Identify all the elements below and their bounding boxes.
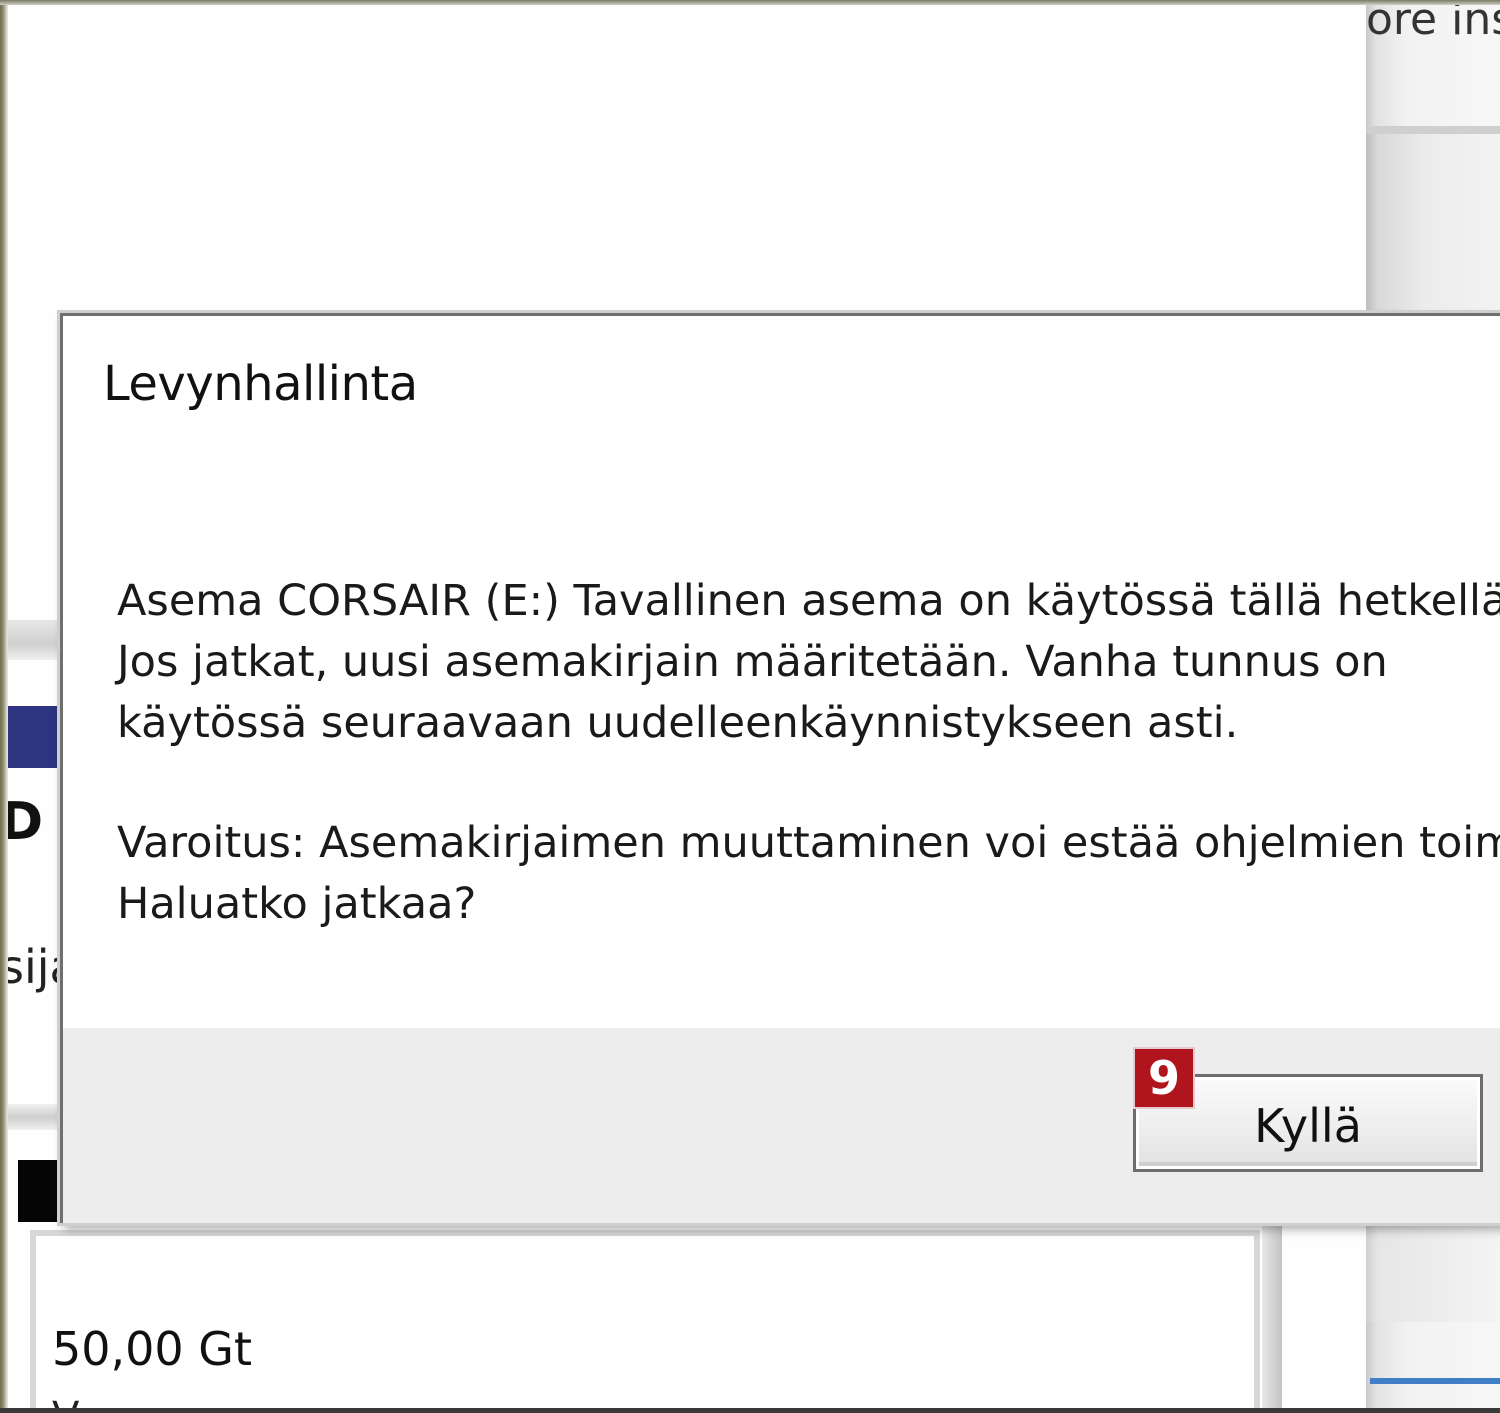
dialog-title: Levynhallinta bbox=[103, 356, 418, 412]
window-frame-left bbox=[0, 0, 8, 1413]
background-left-band bbox=[8, 620, 64, 660]
background-selected-row-strip bbox=[8, 706, 64, 768]
dialog-message: Asema CORSAIR (E:) Tavallinen asema on k… bbox=[117, 571, 1500, 994]
background-disk-bar bbox=[18, 1160, 64, 1222]
screenshot-stage: ore ins D sija 50,00 Gt V Levynhallinta … bbox=[0, 0, 1500, 1413]
scrollbar-lower-track bbox=[1366, 1222, 1500, 1322]
step-number-badge: 9 bbox=[1135, 1049, 1193, 1107]
dialog-message-line: Asema CORSAIR (E:) Tavallinen asema on k… bbox=[117, 576, 1500, 626]
scrollbar-thumb[interactable] bbox=[1366, 134, 1500, 314]
dialog-message-line: käytössä seuraavaan uudelleenkäynnistyks… bbox=[117, 698, 1239, 748]
dialog-warning-paragraph: Varoitus: Asemakirjaimen muuttaminen voi… bbox=[117, 813, 1500, 935]
window-frame-bottom bbox=[0, 1408, 1500, 1413]
window-frame-top bbox=[0, 0, 1500, 5]
dialog-warning-line: Varoitus: Asemakirjaimen muuttaminen voi… bbox=[117, 818, 1500, 868]
dialog-message-line: Jos jatkat, uusi asemakirjain määritetää… bbox=[117, 637, 1388, 687]
scrollbar-divider bbox=[1370, 126, 1500, 134]
confirmation-dialog: Levynhallinta Asema CORSAIR (E:) Tavalli… bbox=[60, 313, 1500, 1223]
scrollbar-blue-indicator bbox=[1370, 1378, 1500, 1384]
background-disk-size: 50,00 Gt bbox=[52, 1322, 252, 1376]
background-left-band-lower bbox=[8, 1104, 64, 1130]
background-top-right-text: ore ins bbox=[1366, 0, 1500, 45]
dialog-info-paragraph: Asema CORSAIR (E:) Tavallinen asema on k… bbox=[117, 571, 1500, 754]
background-panel-edge bbox=[1262, 1222, 1282, 1413]
dialog-question-line: Haluatko jatkaa? bbox=[117, 879, 477, 929]
yes-button-label: Kyllä bbox=[1254, 1099, 1362, 1153]
